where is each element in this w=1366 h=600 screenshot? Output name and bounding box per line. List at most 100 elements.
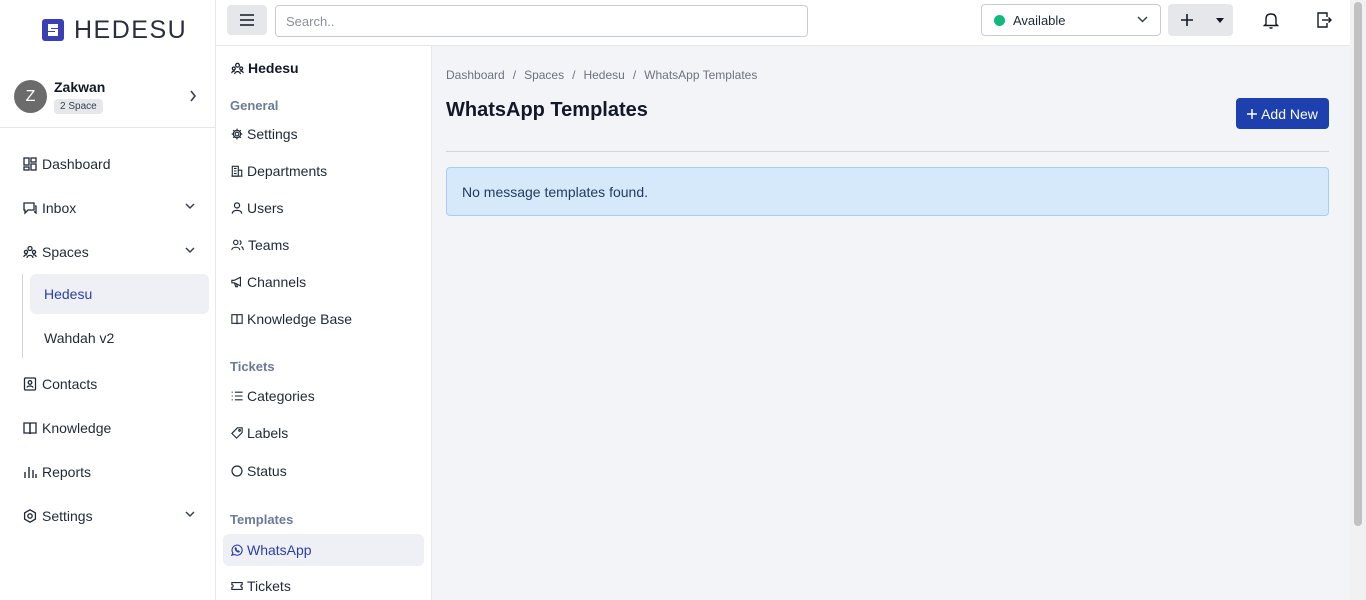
menu-item-departments[interactable]: Departments (223, 155, 424, 187)
chevron-down-icon (185, 247, 195, 254)
menu-item-whatsapp[interactable]: WhatsApp (223, 534, 424, 566)
create-button[interactable] (1168, 4, 1206, 36)
breadcrumb-separator: / (512, 68, 517, 82)
sidebar-nav: Dashboard Inbox Spaces Hedesu Wahdah v2 (0, 142, 215, 538)
megaphone-icon (231, 276, 243, 288)
menu-item-label: Status (247, 463, 287, 479)
page-scrollbar[interactable] (1350, 0, 1366, 600)
spaces-subnav: Hedesu Wahdah v2 (22, 274, 215, 358)
book-icon (23, 421, 37, 435)
section-label-general: General (230, 98, 279, 113)
menu-item-settings[interactable]: Settings (223, 118, 424, 150)
sidebar-item-inbox[interactable]: Inbox (0, 186, 215, 230)
menu-item-ticket-templates[interactable]: Tickets (223, 570, 424, 600)
plus-icon (1181, 14, 1193, 26)
logo[interactable]: HEDESU (42, 14, 187, 46)
main-content: Dashboard / Spaces / Hedesu / WhatsApp T… (432, 46, 1350, 600)
breadcrumb-current: WhatsApp Templates (644, 68, 758, 82)
chevron-down-icon (185, 203, 195, 210)
spaces-icon (23, 245, 37, 259)
sidebar-item-knowledge[interactable]: Knowledge (0, 406, 215, 450)
add-new-label: Add New (1261, 105, 1318, 122)
gear-icon (23, 509, 37, 523)
menu-item-channels[interactable]: Channels (223, 266, 424, 298)
sidebar-item-label: Knowledge (42, 420, 112, 436)
breadcrumb-separator: / (632, 68, 637, 82)
menu-item-knowledge-base[interactable]: Knowledge Base (223, 303, 424, 335)
space-menu-panel: Hedesu General Settings Departments User… (216, 46, 432, 600)
inbox-icon (23, 201, 37, 215)
sidebar-item-label: Reports (42, 464, 92, 480)
scrollbar-thumb[interactable] (1354, 2, 1362, 526)
add-new-button[interactable]: Add New (1236, 98, 1329, 129)
section-label-templates: Templates (230, 512, 294, 527)
availability-select[interactable]: Available (981, 4, 1161, 36)
caret-down-icon (1215, 17, 1224, 23)
menu-item-label: Departments (247, 163, 328, 179)
space-title: Hedesu (231, 60, 299, 76)
chart-icon (23, 465, 37, 479)
sidebar-item-label: Spaces (42, 244, 89, 260)
menu-item-label: Users (247, 200, 284, 216)
availability-label: Available (1013, 12, 1066, 28)
user-icon (231, 202, 243, 214)
contacts-icon (23, 377, 37, 391)
section-label-tickets: Tickets (230, 359, 275, 374)
sidebar-item-label: Settings (42, 508, 93, 524)
menu-item-categories[interactable]: Categories (223, 380, 424, 412)
empty-state-alert: No message templates found. (446, 167, 1329, 216)
sidebar-item-contacts[interactable]: Contacts (0, 362, 215, 406)
whatsapp-icon (231, 544, 243, 556)
notifications-button[interactable] (1261, 10, 1281, 30)
menu-item-users[interactable]: Users (223, 192, 424, 224)
create-dropdown-toggle[interactable] (1206, 4, 1233, 36)
book-icon (231, 313, 243, 325)
breadcrumb-spaces[interactable]: Spaces (524, 68, 564, 82)
breadcrumb-dashboard[interactable]: Dashboard (446, 68, 505, 82)
user-name: Zakwan (54, 79, 106, 95)
space-item-wahdah-v2[interactable]: Wahdah v2 (30, 318, 209, 358)
dashboard-icon (23, 157, 37, 171)
hamburger-icon (240, 14, 254, 26)
search-input[interactable] (275, 5, 808, 37)
menu-item-status[interactable]: Status (223, 455, 424, 487)
circle-icon (231, 465, 243, 477)
building-icon (231, 165, 243, 177)
sidebar-item-spaces[interactable]: Spaces (0, 230, 215, 274)
sidebar-item-reports[interactable]: Reports (0, 450, 215, 494)
space-count-badge: 2 Space (54, 99, 103, 114)
logo-mark-icon (42, 19, 64, 41)
sidebar-item-dashboard[interactable]: Dashboard (0, 142, 215, 186)
page-title: WhatsApp Templates (446, 99, 648, 121)
user-card[interactable]: Z Zakwan 2 Space (0, 66, 215, 128)
bell-icon (1263, 12, 1279, 29)
menu-item-label: Knowledge Base (247, 311, 353, 327)
create-button-group (1168, 4, 1233, 36)
space-item-hedesu[interactable]: Hedesu (30, 274, 209, 314)
menu-item-labels[interactable]: Labels (223, 417, 424, 449)
breadcrumb-separator: / (572, 68, 576, 82)
menu-item-label: Channels (247, 274, 307, 290)
menu-item-label: Categories (247, 388, 315, 404)
ticket-icon (231, 580, 243, 592)
menu-item-teams[interactable]: Teams (223, 229, 424, 261)
chevron-right-icon (189, 90, 197, 102)
sidebar-item-settings[interactable]: Settings (0, 494, 215, 538)
space-title-label: Hedesu (248, 60, 299, 76)
sidebar-item-label: Inbox (42, 200, 77, 216)
spaces-icon (231, 62, 244, 75)
plus-icon (1247, 108, 1258, 119)
empty-state-message: No message templates found. (462, 183, 648, 200)
gear-icon (231, 128, 243, 140)
topbar: Available (216, 0, 1350, 46)
logout-button[interactable] (1314, 10, 1334, 30)
tag-icon (231, 427, 243, 439)
sidebar-item-label: Contacts (42, 376, 98, 392)
chevron-down-icon (1137, 16, 1148, 23)
menu-item-label: Tickets (247, 578, 291, 594)
team-icon (231, 239, 244, 251)
breadcrumb-hedesu[interactable]: Hedesu (583, 68, 624, 82)
menu-toggle-button[interactable] (227, 5, 267, 35)
divider (446, 151, 1329, 152)
left-sidebar: HEDESU Z Zakwan 2 Space Dashboard Inbox (0, 0, 216, 600)
